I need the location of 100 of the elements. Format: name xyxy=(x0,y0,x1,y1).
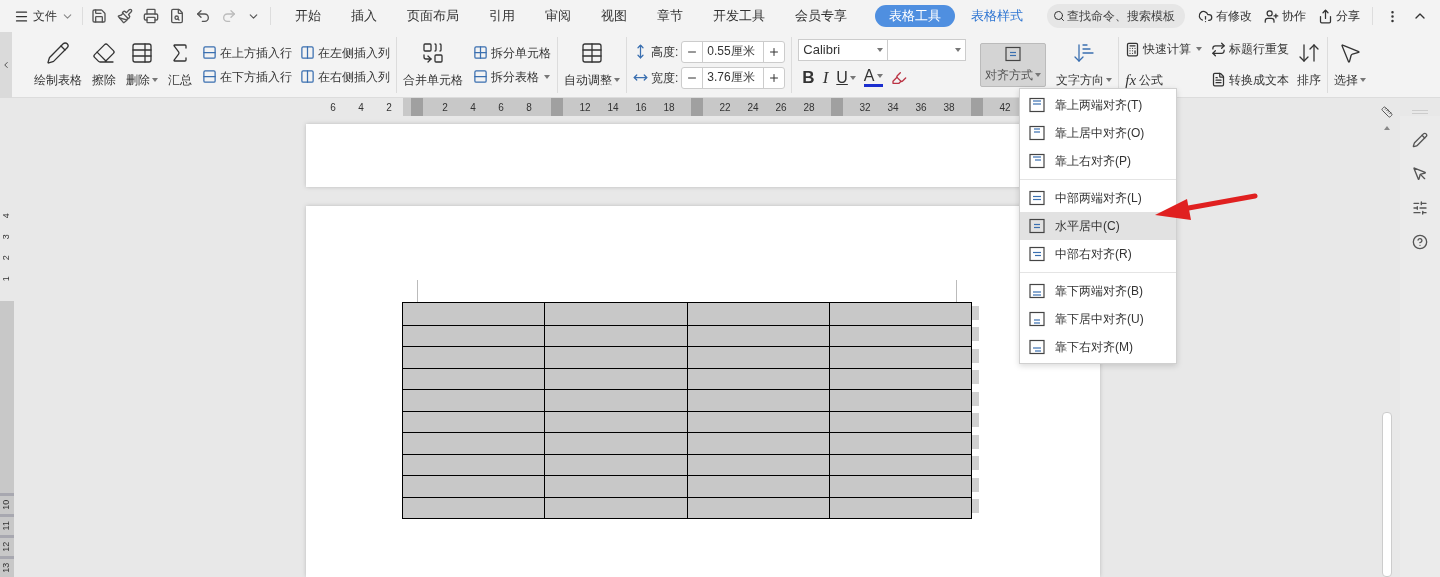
table-cell[interactable] xyxy=(544,367,687,389)
menu-item[interactable]: 靠上两端对齐(T) xyxy=(1020,91,1176,119)
ribbon-button[interactable]: 在上方插入行 xyxy=(202,43,292,62)
ribbon-tab[interactable]: 引用 xyxy=(475,5,529,27)
table-cell[interactable] xyxy=(686,303,829,325)
ribbon-button[interactable]: 汇总 xyxy=(168,40,192,89)
ribbon-tab[interactable]: 审阅 xyxy=(531,5,585,27)
table-cell[interactable] xyxy=(544,324,687,346)
ribbon-tab[interactable]: 开始 xyxy=(281,5,335,27)
format-button[interactable]: B xyxy=(802,64,815,91)
table-cell[interactable] xyxy=(403,346,545,368)
ribbon-button[interactable]: 拆分单元格 xyxy=(473,43,551,62)
ribbon-button[interactable]: 擦除 xyxy=(92,40,116,89)
table-cell[interactable] xyxy=(686,389,829,411)
search-field[interactable]: 查找命令、搜索模板 xyxy=(1047,4,1185,28)
account-action-button[interactable]: 有修改 xyxy=(1198,7,1252,25)
scrollbar-thumb[interactable] xyxy=(1382,412,1392,577)
ribbon-tab[interactable]: 开发工具 xyxy=(699,5,779,27)
cursor-icon[interactable] xyxy=(1412,166,1428,182)
table-cell[interactable] xyxy=(828,432,971,454)
ribbon-button[interactable]: 绘制表格 xyxy=(34,40,82,89)
menu-item[interactable]: 中部两端对齐(L) xyxy=(1020,184,1176,212)
spin-field[interactable]: 3.76厘米 xyxy=(681,66,786,89)
ribbon-button[interactable]: 合并单元格 xyxy=(403,40,463,89)
ribbon-button[interactable]: 选择 xyxy=(1334,40,1367,89)
table-cell[interactable] xyxy=(544,432,687,454)
ribbon-button[interactable]: 标题行重复 xyxy=(1211,38,1290,61)
print-icon[interactable] xyxy=(143,8,159,24)
table-cell[interactable] xyxy=(544,389,687,411)
table-cell[interactable] xyxy=(544,346,687,368)
table-cell[interactable] xyxy=(828,475,971,497)
table-cell[interactable] xyxy=(403,496,545,518)
table-cell[interactable] xyxy=(544,303,687,325)
table-cell[interactable] xyxy=(403,324,545,346)
menu-item[interactable]: 靠下右对齐(M) xyxy=(1020,333,1176,361)
pen-icon[interactable] xyxy=(1412,132,1428,148)
table-cell[interactable] xyxy=(686,432,829,454)
table-cell[interactable] xyxy=(403,453,545,475)
ribbon-button[interactable]: fx 公式 xyxy=(1125,68,1204,91)
column-marker[interactable] xyxy=(831,98,843,116)
format-button[interactable]: U xyxy=(836,65,856,90)
table-cell[interactable] xyxy=(403,410,545,432)
ribbon-button[interactable]: 删除 xyxy=(126,40,158,89)
increase-icon[interactable] xyxy=(768,45,781,58)
undo-icon[interactable] xyxy=(195,8,211,24)
ribbon-button[interactable]: 自动调整 xyxy=(564,40,620,89)
menu-item[interactable]: 靠下居中对齐(U) xyxy=(1020,305,1176,333)
ribbon-button[interactable]: 转换成文本 xyxy=(1211,68,1290,91)
ribbon-button[interactable]: 排序 xyxy=(1297,40,1322,89)
ribbon-button[interactable]: 在下方插入行 xyxy=(202,67,292,86)
format-button[interactable]: I xyxy=(822,64,829,91)
format-button[interactable]: A xyxy=(863,68,883,87)
table-cell[interactable] xyxy=(544,453,687,475)
menu-item[interactable]: 靠上居中对齐(O) xyxy=(1020,119,1176,147)
print-preview-icon[interactable] xyxy=(169,8,185,24)
ruler-toggle-icon[interactable] xyxy=(1381,106,1393,118)
table-cell[interactable] xyxy=(686,346,829,368)
table-cell[interactable] xyxy=(403,303,545,325)
account-action-button[interactable]: 协作 xyxy=(1264,7,1306,25)
file-menu-button[interactable]: 文件 xyxy=(14,4,74,28)
save-icon[interactable] xyxy=(91,8,107,24)
table-cell[interactable] xyxy=(403,389,545,411)
font-name-dropdown[interactable]: Calibri xyxy=(798,38,889,61)
ribbon-tab[interactable]: 视图 xyxy=(587,5,641,27)
table-cell[interactable] xyxy=(403,367,545,389)
ribbon-button[interactable]: 快速计算 xyxy=(1125,38,1204,61)
account-action-button[interactable]: 分享 xyxy=(1318,7,1360,25)
ribbon-tab[interactable]: 表格样式 xyxy=(957,5,1037,27)
ribbon-tab[interactable]: 插入 xyxy=(337,5,391,27)
table-cell[interactable] xyxy=(544,496,687,518)
column-marker[interactable] xyxy=(551,98,563,116)
help-icon[interactable] xyxy=(1412,234,1428,250)
ribbon-side-handle[interactable] xyxy=(0,31,12,98)
menu-item[interactable]: 水平居中(C) xyxy=(1020,212,1176,240)
alignment-button[interactable]: 对齐方式 xyxy=(980,42,1047,87)
increase-icon[interactable] xyxy=(768,71,781,84)
menu-item[interactable]: 靠上右对齐(P) xyxy=(1020,147,1176,175)
ribbon-tab[interactable]: 页面布局 xyxy=(393,5,473,27)
column-marker[interactable] xyxy=(971,98,983,116)
spin-field[interactable]: 0.55厘米 xyxy=(681,40,786,63)
ribbon-button[interactable]: 拆分表格 xyxy=(473,67,551,86)
ribbon-button[interactable]: 在右侧插入列 xyxy=(300,67,390,86)
table-cell[interactable] xyxy=(544,410,687,432)
table-cell[interactable] xyxy=(544,475,687,497)
table-cell[interactable] xyxy=(828,303,971,325)
format-painter-icon[interactable] xyxy=(117,8,133,24)
column-marker[interactable] xyxy=(691,98,703,116)
ribbon-button[interactable]: 在左侧插入列 xyxy=(300,43,390,62)
settings-icon[interactable] xyxy=(1412,200,1428,216)
table-cell[interactable] xyxy=(403,475,545,497)
scroll-up-icon[interactable] xyxy=(1384,126,1390,130)
ribbon-tab[interactable]: 章节 xyxy=(643,5,697,27)
menu-item[interactable]: 靠下两端对齐(B) xyxy=(1020,277,1176,305)
table-cell[interactable] xyxy=(403,432,545,454)
table-cell[interactable] xyxy=(828,389,971,411)
table-cell[interactable] xyxy=(686,475,829,497)
column-marker[interactable] xyxy=(411,98,423,116)
highlighter-icon[interactable] xyxy=(890,69,907,86)
ribbon-button[interactable]: 文字方向 xyxy=(1056,40,1113,89)
menu-item[interactable]: 中部右对齐(R) xyxy=(1020,240,1176,268)
